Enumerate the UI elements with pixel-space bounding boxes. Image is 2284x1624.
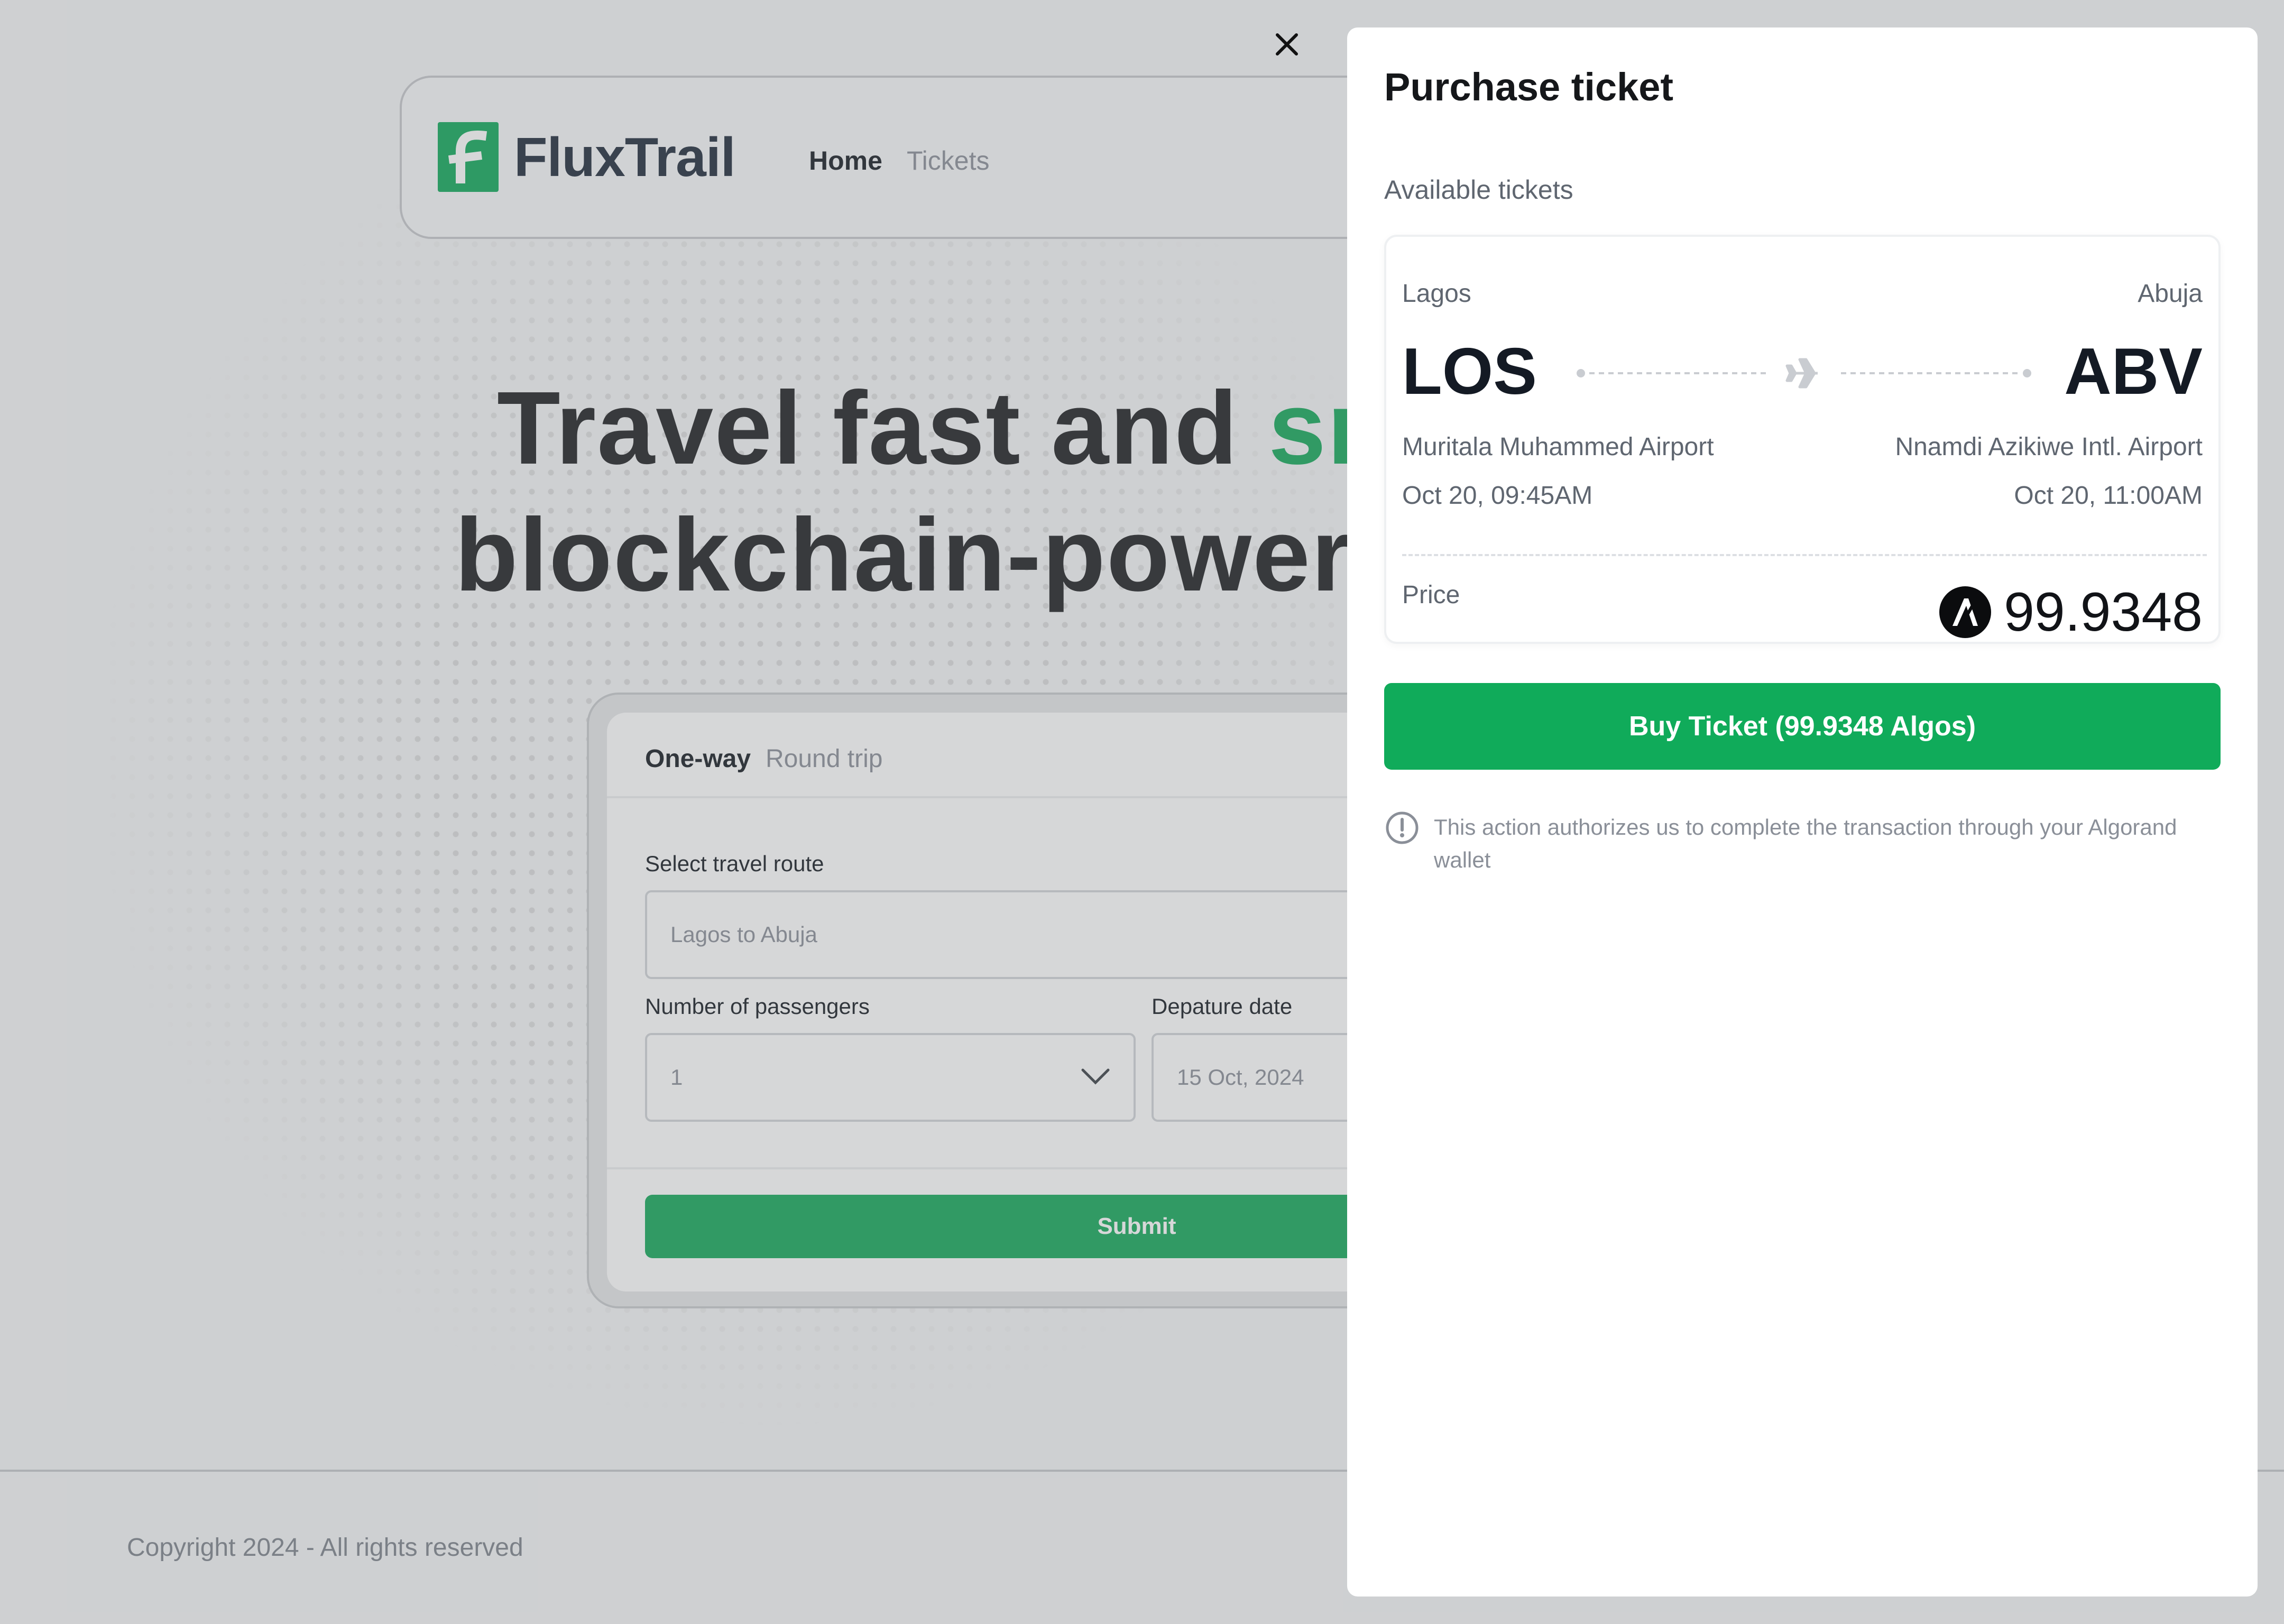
- purchase-drawer: Purchase ticket Available tickets Lagos …: [1347, 27, 2258, 1597]
- ticket-card[interactable]: Lagos Abuja LOS ABV Muritala Muhammed Ai…: [1384, 235, 2221, 644]
- to-time: Oct 20, 11:00AM: [2014, 482, 2203, 510]
- algorand-coin-icon: [1939, 586, 1992, 638]
- available-tickets-label: Available tickets: [1384, 175, 1573, 205]
- from-time: Oct 20, 09:45AM: [1402, 482, 1593, 510]
- plane-icon: [1785, 358, 1818, 389]
- to-airport: Nnamdi Azikiwe Intl. Airport: [1895, 433, 2203, 461]
- from-city: Lagos: [1402, 280, 1471, 308]
- close-icon[interactable]: [1271, 29, 1303, 60]
- buy-ticket-button[interactable]: Buy Ticket (99.9348 Algos): [1384, 683, 2221, 770]
- from-code: LOS: [1402, 335, 1537, 408]
- from-airport: Muritala Muhammed Airport: [1402, 433, 1714, 461]
- price-label: Price: [1402, 581, 1460, 609]
- price: 99.9348: [1939, 580, 2203, 644]
- ticket-divider: [1402, 554, 2207, 556]
- to-city: Abuja: [2138, 280, 2203, 308]
- info-circle-icon: [1386, 811, 1419, 844]
- to-code: ABV: [2064, 335, 2203, 408]
- authorization-notice: This action authorizes us to complete th…: [1434, 815, 2177, 872]
- price-value: 99.9348: [2004, 582, 2203, 643]
- drawer-title: Purchase ticket: [1384, 65, 1674, 109]
- route-line: [1577, 358, 2031, 389]
